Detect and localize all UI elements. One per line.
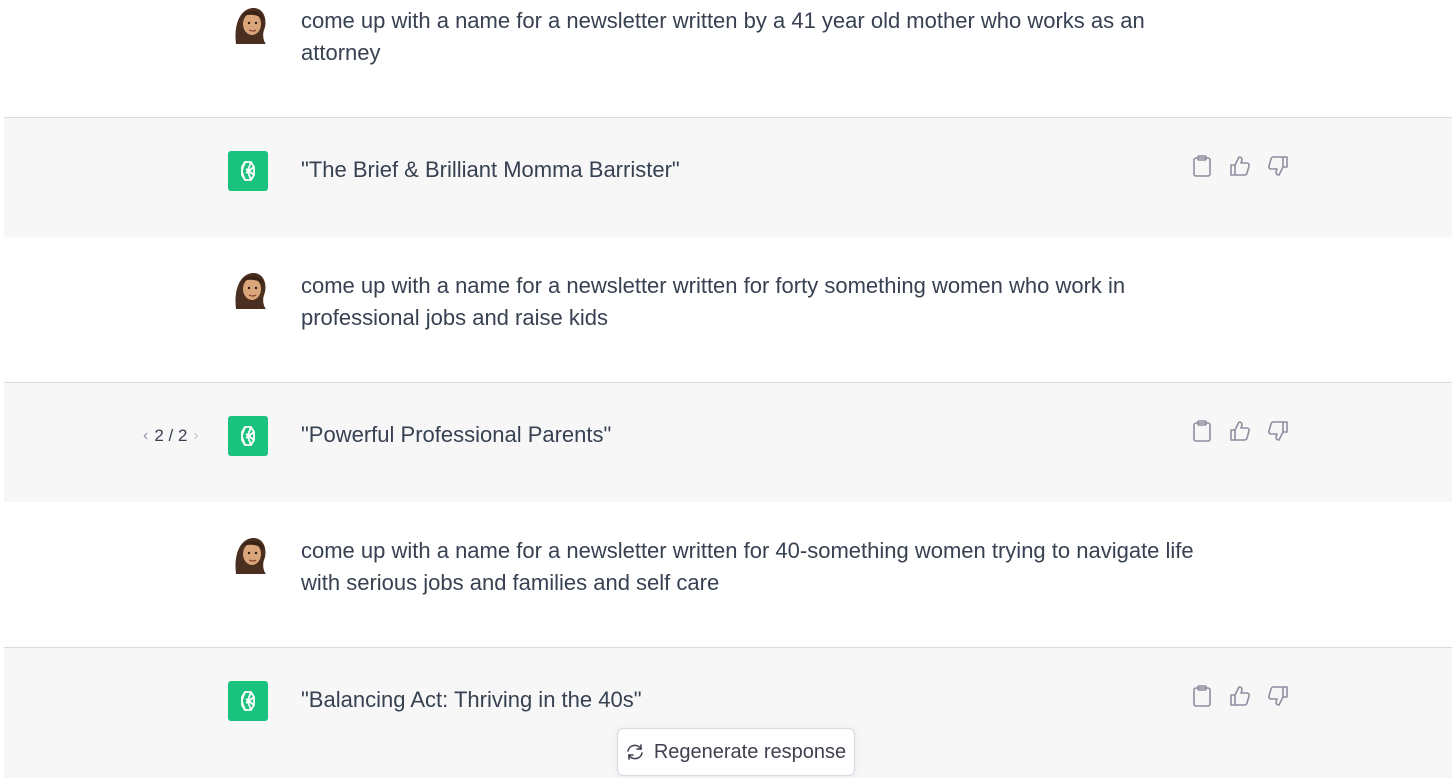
thumbs-down-button[interactable] bbox=[1266, 684, 1290, 708]
copy-button[interactable] bbox=[1190, 419, 1214, 443]
copy-button[interactable] bbox=[1190, 684, 1214, 708]
thumbs-up-button[interactable] bbox=[1228, 154, 1252, 178]
assistant-message-row: ‹ 2 / 2 › "Powerful Professional Parents… bbox=[4, 382, 1452, 503]
thumbs-down-icon bbox=[1268, 421, 1288, 441]
user-avatar bbox=[228, 4, 268, 44]
message-text: come up with a name for a newsletter wri… bbox=[301, 538, 1194, 595]
message-text: "The Brief & Brilliant Momma Barrister" bbox=[301, 157, 680, 182]
refresh-icon bbox=[627, 744, 643, 760]
thumbs-up-icon bbox=[1230, 421, 1250, 441]
pager-count: 2 / 2 bbox=[154, 426, 188, 445]
message-text: come up with a name for a newsletter wri… bbox=[301, 273, 1126, 330]
next-response-button[interactable]: › bbox=[193, 427, 198, 445]
message-text: "Balancing Act: Thriving in the 40s" bbox=[301, 687, 642, 712]
clipboard-icon bbox=[1193, 155, 1211, 177]
openai-logo-icon bbox=[228, 151, 268, 191]
user-message-row: come up with a name for a newsletter wri… bbox=[4, 502, 1452, 647]
user-avatar bbox=[228, 269, 268, 309]
assistant-message-row: "The Brief & Brilliant Momma Barrister" bbox=[4, 117, 1452, 238]
message-actions bbox=[1190, 154, 1290, 178]
copy-button[interactable] bbox=[1190, 154, 1214, 178]
message-actions bbox=[1190, 419, 1290, 443]
response-pager: ‹ 2 / 2 › bbox=[143, 426, 199, 446]
thumbs-down-button[interactable] bbox=[1266, 154, 1290, 178]
thumbs-down-button[interactable] bbox=[1266, 419, 1290, 443]
clipboard-icon bbox=[1193, 420, 1211, 442]
user-message-row: come up with a name for a newsletter wri… bbox=[4, 237, 1452, 382]
thumbs-up-icon bbox=[1230, 156, 1250, 176]
regenerate-response-button[interactable]: Regenerate response bbox=[617, 728, 855, 776]
previous-response-button[interactable]: ‹ bbox=[143, 427, 148, 445]
user-avatar bbox=[228, 534, 268, 574]
message-actions bbox=[1190, 684, 1290, 708]
thumbs-up-button[interactable] bbox=[1228, 684, 1252, 708]
thumbs-up-icon bbox=[1230, 686, 1250, 706]
openai-logo-icon bbox=[228, 681, 268, 721]
thumbs-down-icon bbox=[1268, 156, 1288, 176]
message-text: come up with a name for a newsletter wri… bbox=[301, 8, 1145, 65]
clipboard-icon bbox=[1193, 685, 1211, 707]
user-message-row: come up with a name for a newsletter wri… bbox=[4, 0, 1452, 117]
regenerate-label: Regenerate response bbox=[653, 740, 847, 763]
thumbs-down-icon bbox=[1268, 686, 1288, 706]
openai-logo-icon bbox=[228, 416, 268, 456]
message-text: "Powerful Professional Parents" bbox=[301, 422, 612, 447]
thumbs-up-button[interactable] bbox=[1228, 419, 1252, 443]
